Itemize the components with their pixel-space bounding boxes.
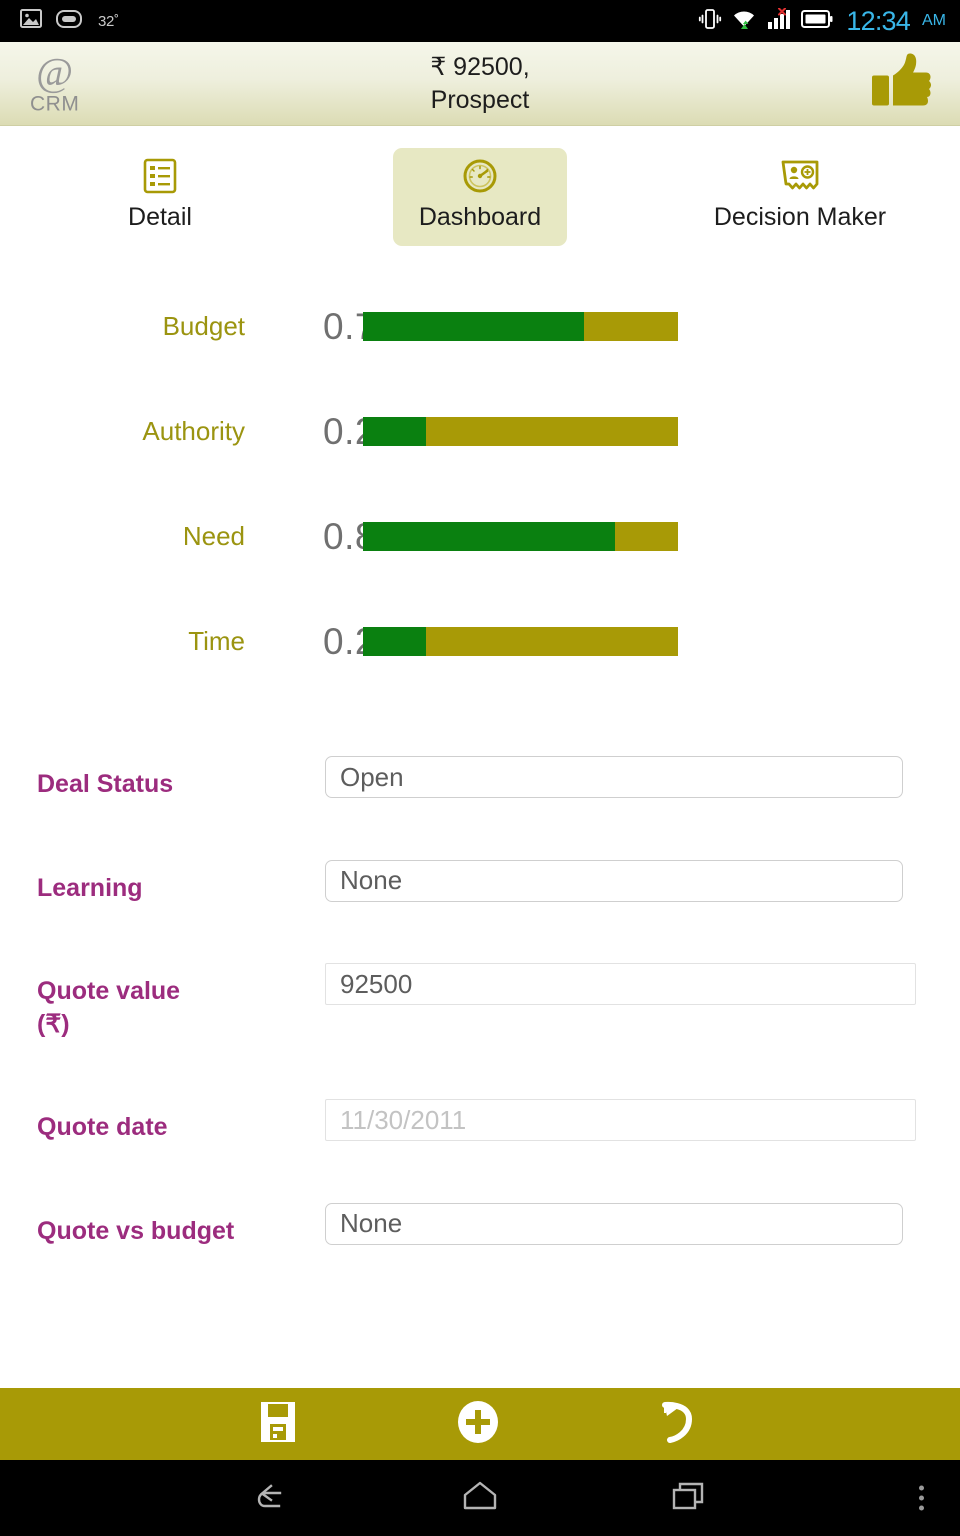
crm-logo[interactable]: @ CRM [30, 49, 80, 115]
gauge-icon [462, 159, 498, 193]
android-nav-bar [0, 1460, 960, 1536]
field-learning: Learning None [0, 859, 960, 905]
signal-icon [766, 7, 792, 35]
quote-vs-budget-input[interactable]: None [325, 1202, 903, 1245]
tab-detail-label: Detail [128, 203, 192, 231]
brand-name-label: CRM [30, 92, 80, 115]
tab-dashboard[interactable]: Dashboard [320, 134, 640, 248]
field-label-quote-value-line2: (₹) [37, 1009, 70, 1038]
metric-label-time: Time [188, 626, 245, 656]
wifi-icon [731, 8, 757, 35]
field-label-deal-status: Deal Status [37, 770, 174, 798]
back-arrow-icon [249, 1479, 291, 1518]
save-button[interactable] [178, 1388, 378, 1460]
usb-icon [56, 9, 82, 33]
metric-bar-fill-budget [363, 312, 584, 341]
recents-icon [671, 1480, 709, 1517]
action-toolbar [0, 1388, 960, 1460]
undo-button[interactable] [578, 1388, 778, 1460]
overflow-dot [919, 1505, 924, 1511]
undo-arrow-icon [656, 1399, 700, 1450]
temperature-indicator: 32˚ [98, 12, 119, 30]
tab-dashboard-label: Dashboard [418, 203, 542, 231]
field-quote-value: Quote value (₹) 92500 [0, 963, 960, 1040]
list-detail-icon [143, 158, 177, 194]
metric-bar-time [363, 627, 678, 656]
plus-circle-icon [456, 1399, 500, 1450]
field-quote-vs-budget: Quote vs budget None [0, 1202, 960, 1248]
metric-bar-need [363, 522, 678, 551]
app-root: 32˚ 12:34 AM @ CRM ₹ 92500, Prospect Det… [0, 0, 960, 1536]
tab-detail[interactable]: Detail [0, 134, 320, 248]
nav-home-button[interactable] [438, 1460, 522, 1536]
field-deal-status: Deal Status Open [0, 756, 960, 801]
deal-status-input[interactable]: Open [325, 756, 903, 798]
overflow-dot [919, 1485, 924, 1491]
bant-metrics-chart: Budget 0.7 Authority 0.2 Need 0.8 Time 0… [0, 248, 960, 694]
overflow-menu-icon[interactable] [919, 1485, 924, 1511]
battery-icon [801, 9, 833, 34]
field-label-learning: Learning [37, 873, 143, 902]
tab-decision-maker-label: Decision Maker [713, 203, 887, 231]
metric-label-authority: Authority [142, 416, 245, 446]
quote-date-input[interactable]: 11/30/2011 [325, 1099, 916, 1141]
status-bar-ampm: AM [922, 12, 946, 29]
page-title-stage: Prospect [430, 85, 530, 114]
vibrate-icon [698, 7, 722, 36]
metric-value-authority: 0.2 [323, 410, 376, 452]
metric-row-authority: Authority 0.2 [0, 379, 960, 484]
add-button[interactable] [378, 1388, 578, 1460]
page-title-amount: ₹ 92500, [430, 52, 530, 81]
field-label-quote-value: Quote value (₹) [0, 963, 325, 1040]
learning-input[interactable]: None [325, 859, 903, 902]
metric-value-budget: 0.7 [323, 305, 376, 347]
metric-label-need: Need [182, 521, 245, 551]
metric-row-budget: Budget 0.7 [0, 274, 960, 379]
metric-bar-fill-need [363, 522, 615, 551]
tab-decision-maker[interactable]: Decision Maker [640, 134, 960, 248]
status-bar-clock: 12:34 [846, 5, 910, 36]
field-label-quote-date: Quote date [37, 1113, 168, 1141]
metric-row-need: Need 0.8 [0, 484, 960, 589]
metric-row-time: Time 0.2 [0, 589, 960, 694]
metric-bar-budget [363, 312, 678, 341]
contact-card-icon [780, 159, 820, 193]
metric-bar-authority [363, 417, 678, 446]
overflow-dot [919, 1495, 924, 1501]
deal-form: Deal Status Open Learning None Quote val… [0, 694, 960, 1388]
metric-bar-fill-time [363, 627, 426, 656]
nav-back-button[interactable] [228, 1460, 312, 1536]
status-bar-left-icons: 32˚ [20, 9, 119, 33]
nav-recents-button[interactable] [648, 1460, 732, 1536]
home-icon [460, 1480, 500, 1517]
status-bar-right-icons: 12:34 AM [698, 7, 946, 36]
quote-value-input[interactable]: 92500 [325, 963, 916, 1005]
page-title: ₹ 92500, Prospect [0, 51, 960, 117]
metric-bar-fill-authority [363, 417, 426, 446]
metric-value-time: 0.2 [323, 620, 376, 662]
field-label-quote-vs-budget: Quote vs budget [37, 1216, 235, 1245]
android-status-bar: 32˚ 12:34 AM [0, 0, 960, 42]
tab-bar: Detail Dashboard Decision Maker [0, 126, 960, 248]
field-quote-date: Quote date 11/30/2011 [0, 1099, 960, 1144]
floppy-disk-save-icon [259, 1400, 297, 1449]
at-symbol-icon: @ [36, 49, 74, 94]
field-label-quote-value-line1: Quote value [37, 977, 181, 1005]
app-header: @ CRM ₹ 92500, Prospect [0, 42, 960, 126]
thumbs-up-icon[interactable] [870, 51, 932, 116]
metric-label-budget: Budget [162, 311, 245, 341]
screenshot-icon [20, 9, 42, 33]
metric-value-need: 0.8 [323, 515, 376, 557]
